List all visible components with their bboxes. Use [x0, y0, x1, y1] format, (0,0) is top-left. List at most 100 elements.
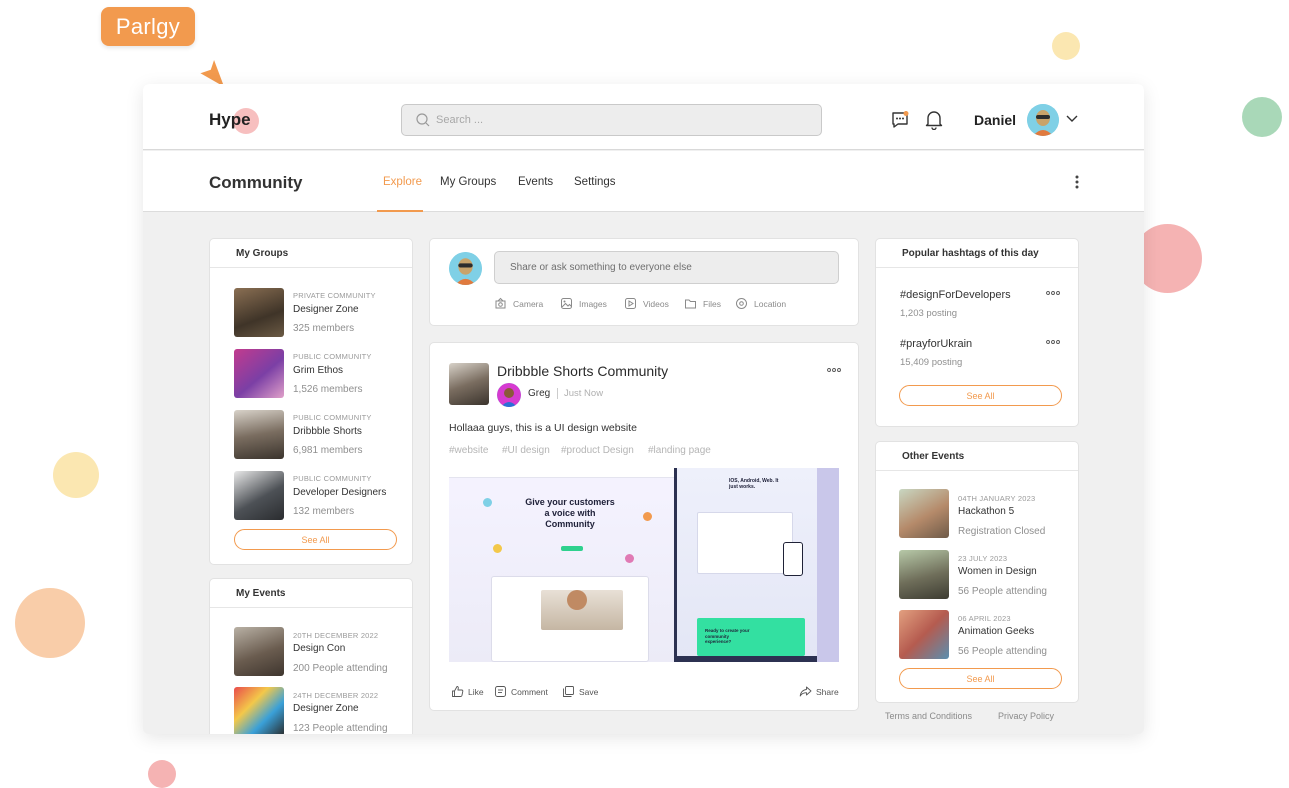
images-button[interactable]: Images	[560, 297, 607, 310]
popular-hashtags-card: Popular hashtags of this day #designForD…	[875, 238, 1079, 427]
event-name[interactable]: Designer Zone	[293, 703, 359, 714]
post-group-thumbnail[interactable]	[449, 363, 489, 405]
see-all-hashtags-button[interactable]: See All	[899, 385, 1062, 406]
post-author-avatar[interactable]	[497, 383, 521, 407]
comment-button[interactable]: Comment	[494, 685, 548, 698]
app-logo[interactable]: Hype	[209, 110, 251, 130]
tab-my-groups[interactable]: My Groups	[440, 176, 496, 188]
hashtag-post-count: 1,203 posting	[900, 308, 958, 319]
location-button[interactable]: Location	[735, 297, 786, 310]
post-image-face	[567, 590, 587, 610]
group-type: PUBLIC COMMUNITY	[293, 413, 372, 422]
hashtag-post-count: 15,409 posting	[900, 357, 963, 368]
hashtag-name[interactable]: #designForDevelopers	[900, 289, 1011, 301]
group-name[interactable]: Designer Zone	[293, 304, 359, 315]
post-group-name[interactable]: Dribbble Shorts Community	[497, 363, 668, 379]
hashtag-more-icon[interactable]	[1046, 340, 1060, 344]
comment-icon	[495, 686, 506, 697]
tab-events[interactable]: Events	[518, 176, 553, 188]
decor-dot-peach-left	[15, 588, 85, 658]
popular-hashtags-heading: Popular hashtags of this day	[876, 239, 1078, 268]
post-image-phone-mock	[783, 542, 803, 576]
files-button[interactable]: Files	[684, 297, 721, 310]
event-thumbnail[interactable]	[899, 489, 949, 538]
like-button[interactable]: Like	[451, 685, 484, 698]
post-more-icon[interactable]	[827, 368, 841, 372]
more-options-icon[interactable]	[1075, 175, 1079, 189]
feed-post: Dribbble Shorts Community Greg Just Now …	[429, 342, 859, 711]
post-image-bubble	[483, 498, 492, 507]
group-type: PUBLIC COMMUNITY	[293, 474, 372, 483]
save-icon	[563, 686, 574, 697]
group-name[interactable]: Developer Designers	[293, 487, 386, 498]
terms-link[interactable]: Terms and Conditions	[885, 711, 972, 721]
event-thumbnail[interactable]	[234, 627, 284, 676]
user-avatar[interactable]	[1027, 104, 1059, 136]
event-name[interactable]: Animation Geeks	[958, 626, 1034, 637]
tab-explore[interactable]: Explore	[383, 176, 422, 188]
post-author-name[interactable]: Greg	[528, 388, 550, 399]
group-name[interactable]: Grim Ethos	[293, 365, 343, 376]
post-hashtag[interactable]: #product Design	[561, 445, 634, 456]
group-thumbnail[interactable]	[234, 471, 284, 520]
post-hashtag[interactable]: #landing page	[648, 445, 711, 456]
post-image-bubble	[625, 554, 634, 563]
group-thumbnail[interactable]	[234, 410, 284, 459]
post-image-bubble	[493, 544, 502, 553]
app-window: Hype Search ... Daniel Community Explore…	[143, 84, 1144, 734]
search-input[interactable]: Search ...	[401, 104, 822, 136]
event-status: Registration Closed	[958, 526, 1046, 537]
post-image[interactable]: Give your customers a voice with Communi…	[449, 468, 839, 662]
event-name[interactable]: Women in Design	[958, 566, 1037, 577]
group-thumbnail[interactable]	[234, 349, 284, 398]
post-image-right-strip	[817, 468, 839, 662]
decor-dot-pink-bottom	[148, 760, 176, 788]
see-all-events-button[interactable]: See All	[899, 668, 1062, 689]
camera-button[interactable]: Camera	[494, 297, 543, 310]
post-image-navbar	[449, 468, 674, 478]
group-thumbnail[interactable]	[234, 288, 284, 337]
share-button[interactable]: Share	[799, 685, 839, 698]
see-all-groups-button[interactable]: See All	[234, 529, 397, 550]
event-thumbnail[interactable]	[899, 610, 949, 659]
post-timestamp: Just Now	[564, 388, 604, 399]
event-thumbnail[interactable]	[234, 687, 284, 734]
videos-button[interactable]: Videos	[624, 297, 669, 310]
search-icon	[416, 113, 430, 127]
group-type: PRIVATE COMMUNITY	[293, 291, 376, 300]
group-name[interactable]: Dribbble Shorts	[293, 426, 362, 437]
event-date: 04TH JANUARY 2023	[958, 494, 1036, 503]
thumbs-up-icon	[452, 686, 464, 697]
share-icon	[799, 686, 812, 697]
event-thumbnail[interactable]	[899, 550, 949, 599]
event-date: 06 APRIL 2023	[958, 614, 1011, 623]
post-meta-divider	[557, 388, 558, 399]
event-name[interactable]: Design Con	[293, 643, 345, 654]
composer-input[interactable]: Share or ask something to everyone else	[494, 251, 839, 284]
chat-icon[interactable]	[890, 110, 910, 130]
my-groups-heading: My Groups	[210, 239, 412, 268]
event-date: 23 JULY 2023	[958, 554, 1008, 563]
other-events-card: Other Events 04TH JANUARY 2023 Hackathon…	[875, 441, 1079, 703]
my-events-card: My Events 20TH DECEMBER 2022 Design Con …	[209, 578, 413, 734]
search-placeholder: Search ...	[436, 114, 484, 126]
save-button[interactable]: Save	[562, 685, 598, 698]
privacy-link[interactable]: Privacy Policy	[998, 711, 1054, 721]
hashtag-name[interactable]: #prayforUkrain	[900, 338, 972, 350]
group-type: PUBLIC COMMUNITY	[293, 352, 372, 361]
post-hashtag[interactable]: #UI design	[502, 445, 550, 456]
event-name[interactable]: Hackathon 5	[958, 506, 1014, 517]
location-pin-icon	[736, 298, 747, 309]
post-image-bubble	[643, 512, 652, 521]
other-events-heading: Other Events	[876, 442, 1078, 471]
hashtag-more-icon[interactable]	[1046, 291, 1060, 295]
group-members: 132 members	[293, 506, 355, 517]
event-attendance: 56 People attending	[958, 646, 1047, 657]
folder-icon	[685, 299, 696, 309]
group-members: 6,981 members	[293, 445, 363, 456]
bell-icon[interactable]	[925, 110, 943, 130]
post-hashtag[interactable]: #website	[449, 445, 488, 456]
chevron-down-icon[interactable]	[1066, 115, 1078, 123]
user-name[interactable]: Daniel	[974, 112, 1016, 128]
tab-settings[interactable]: Settings	[574, 176, 616, 188]
